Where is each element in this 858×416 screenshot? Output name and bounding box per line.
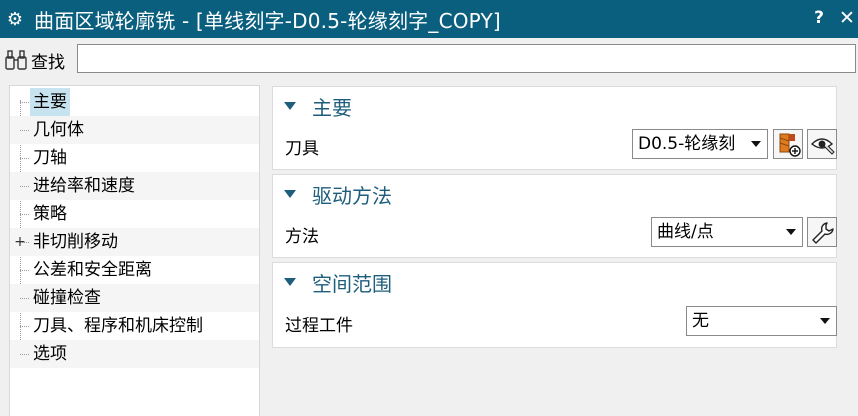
display-tool-icon <box>810 138 835 155</box>
expand-icon[interactable]: + <box>13 228 27 256</box>
title-bar: ⚙ 曲面区域轮廓铣 - [单线刻字-D0.5-轮缘刻字_COPY] ? ✕ <box>0 0 858 38</box>
tree-item-feeds-speeds[interactable]: 进给率和速度 <box>10 172 259 200</box>
section-main-header[interactable]: 主要 <box>273 87 836 125</box>
section-drive-method: 驱动方法 方法 曲线/点 <box>272 174 837 258</box>
tree-item-tool-axis[interactable]: 刀轴 <box>10 144 259 172</box>
tree-item-label: 刀具、程序和机床控制 <box>33 316 203 336</box>
tree-item-tool-program-machine[interactable]: 刀具、程序和机床控制 <box>10 312 259 340</box>
tree-item-label: 选项 <box>33 344 67 364</box>
section-drive-header[interactable]: 驱动方法 <box>273 175 836 213</box>
method-label: 方法 <box>285 227 319 247</box>
close-button[interactable]: ✕ <box>838 7 856 29</box>
ipw-label: 过程工件 <box>285 316 353 336</box>
search-label: 查找 <box>31 53 65 73</box>
tree-item-collision-check[interactable]: 碰撞检查 <box>10 284 259 312</box>
method-select-value: 曲线/点 <box>657 222 714 242</box>
tool-select-value: D0.5-轮缘刻 <box>638 134 736 154</box>
collapse-icon <box>284 190 296 198</box>
section-title: 驱动方法 <box>312 183 392 208</box>
new-tool-icon <box>779 133 801 157</box>
collapse-icon <box>284 102 296 110</box>
new-tool-button[interactable] <box>773 129 803 159</box>
window-title: 曲面区域轮廓铣 - [单线刻字-D0.5-轮缘刻字_COPY] <box>34 8 501 33</box>
navigation-tree: 主要 几何体 刀轴 进给率和速度 策略 + 非切削移动 公差和安全距离 碰撞检查… <box>9 85 260 416</box>
tree-item-label: 进给率和速度 <box>33 176 135 196</box>
tree-item-label: 主要 <box>30 88 70 116</box>
section-main: 主要 刀具 D0.5-轮缘刻 <box>272 86 837 170</box>
display-tool-button[interactable] <box>807 129 837 159</box>
section-space-range: 空间范围 过程工件 无 <box>272 262 837 348</box>
tool-label: 刀具 <box>285 139 319 159</box>
tree-item-label: 非切削移动 <box>33 232 118 252</box>
method-select[interactable]: 曲线/点 <box>651 217 803 247</box>
tree-item-label: 刀轴 <box>33 148 67 168</box>
section-title: 主要 <box>312 95 352 120</box>
tree-item-options[interactable]: 选项 <box>10 340 259 368</box>
tree-item-main[interactable]: 主要 <box>10 88 259 116</box>
tree-item-label: 几何体 <box>33 120 84 140</box>
edit-drive-button[interactable] <box>807 217 837 247</box>
collapse-icon <box>284 278 296 286</box>
tree-item-label: 碰撞检查 <box>33 288 101 308</box>
tree-item-label: 公差和安全距离 <box>33 260 152 280</box>
tree-item-label: 策略 <box>33 204 67 224</box>
chevron-down-icon <box>786 229 796 235</box>
help-button[interactable]: ? <box>810 8 828 30</box>
tool-select[interactable]: D0.5-轮缘刻 <box>632 129 768 159</box>
binoculars-icon <box>5 50 27 70</box>
section-space-header[interactable]: 空间范围 <box>273 263 836 301</box>
section-title: 空间范围 <box>312 271 392 296</box>
tree-item-non-cutting-moves[interactable]: + 非切削移动 <box>10 228 259 256</box>
chevron-down-icon <box>820 318 830 324</box>
tree-item-tolerances[interactable]: 公差和安全距离 <box>10 256 259 284</box>
chevron-down-icon <box>751 141 761 147</box>
search-bar: 查找 <box>0 38 858 82</box>
tree-item-strategy[interactable]: 策略 <box>10 200 259 228</box>
tree-item-geometry[interactable]: 几何体 <box>10 116 259 144</box>
ipw-select-value: 无 <box>692 311 709 331</box>
search-input[interactable] <box>77 44 856 73</box>
gear-icon[interactable]: ⚙ <box>4 9 26 30</box>
wrench-icon <box>812 222 834 244</box>
ipw-select[interactable]: 无 <box>686 306 837 336</box>
